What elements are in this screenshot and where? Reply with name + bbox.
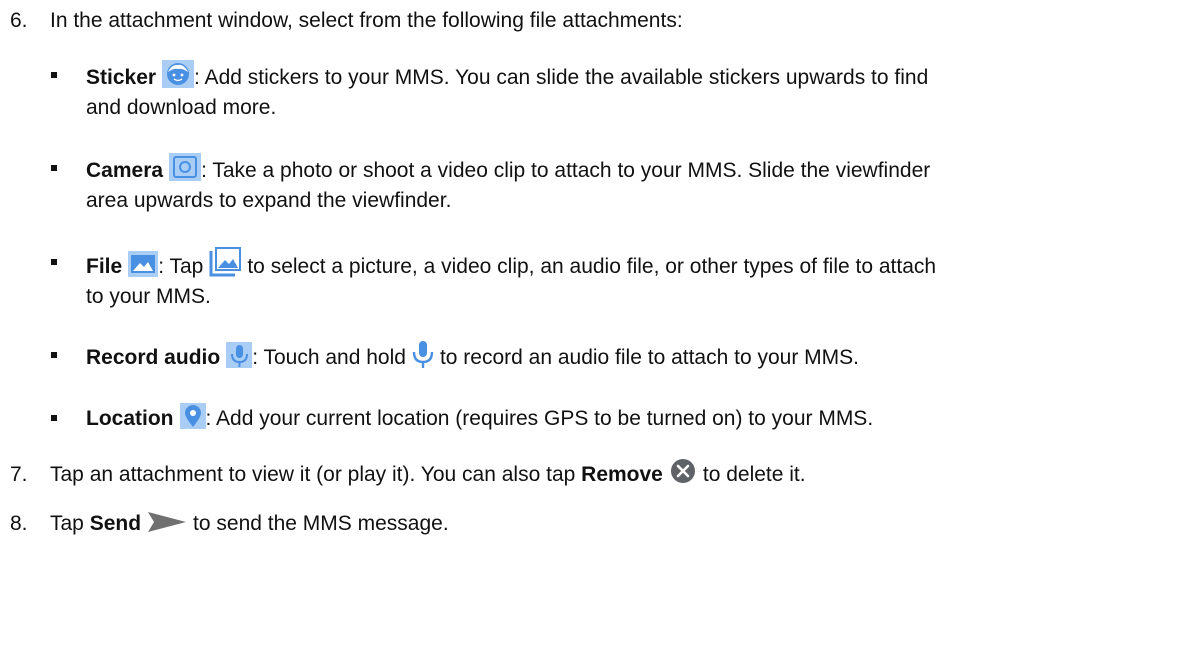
list-item-camera: Camera : Take a photo or shoot a video c…: [51, 153, 1196, 216]
step-number: 6.: [10, 9, 28, 32]
step-text-b: to delete it.: [702, 463, 806, 486]
remove-circle-icon: [669, 457, 697, 485]
item-label: Record audio: [86, 346, 221, 369]
microphone-tile-icon: [226, 342, 253, 368]
item-text-line1: : Add your current location (requires GP…: [205, 407, 874, 430]
bullet: [51, 259, 57, 265]
step-text-a: Tap an attachment to view it (or play it…: [50, 463, 576, 486]
bullet: [51, 415, 57, 421]
send-arrow-icon: [147, 510, 187, 534]
item-text-line2: and download more.: [86, 96, 277, 119]
list-item-record-audio: Record audio : Touch and hold to record …: [51, 340, 1196, 373]
item-text-line2: to your MMS.: [86, 285, 211, 308]
location-pin-icon: [179, 403, 206, 429]
gallery-icon: [209, 247, 242, 277]
step-7: 7. Tap an attachment to view it (or play …: [10, 457, 1200, 490]
step-number: 8.: [10, 512, 28, 535]
list-item-location: Location : Add your current location (re…: [51, 403, 1196, 434]
step-number: 7.: [10, 463, 28, 486]
item-label: Camera: [86, 159, 164, 182]
step-text-b: to send the MMS message.: [193, 512, 449, 535]
item-label: Location: [86, 407, 174, 430]
bullet: [51, 72, 57, 78]
step-8: 8. Tap Send to send the MMS message.: [10, 509, 1200, 539]
remove-label: Remove: [581, 463, 663, 486]
list-item-file: File : Tap to select a picture, a video …: [51, 247, 1196, 312]
item-text-a: : Touch and hold: [252, 346, 406, 369]
item-text-a: : Tap: [158, 255, 204, 278]
step-text: In the attachment window, select from th…: [50, 9, 683, 32]
sticker-icon: [162, 60, 195, 88]
microphone-icon: [412, 340, 434, 368]
step-text-a: Tap: [50, 512, 84, 535]
camera-icon: [169, 153, 202, 181]
item-label: File: [86, 255, 123, 278]
list-item-sticker: Sticker : Add stickers to your MMS. You …: [51, 60, 1196, 123]
item-text-line1: : Add stickers to your MMS. You can slid…: [194, 66, 929, 89]
item-text-line2: area upwards to expand the viewfinder.: [86, 189, 452, 212]
image-file-icon: [128, 251, 159, 277]
bullet: [51, 165, 57, 171]
item-text-b: to select a picture, a video clip, an au…: [247, 255, 937, 278]
bullet: [51, 352, 57, 358]
step-6: 6. In the attachment window, select from …: [10, 6, 1200, 36]
send-label: Send: [89, 512, 142, 535]
item-text-line1: : Take a photo or shoot a video clip to …: [201, 159, 931, 182]
item-label: Sticker: [86, 66, 157, 89]
item-text-b: to record an audio file to attach to you…: [439, 346, 859, 369]
